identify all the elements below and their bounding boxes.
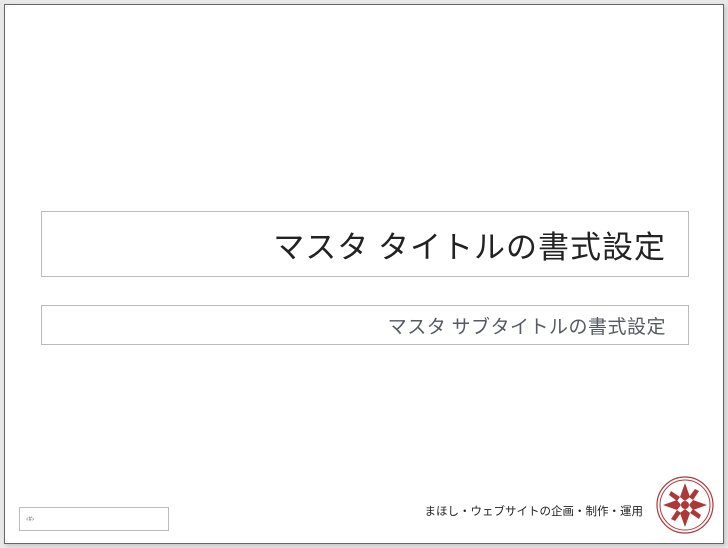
title-text: マスタ タイトルの書式設定: [273, 222, 666, 267]
slide-canvas: マスタ タイトルの書式設定 マスタ サブタイトルの書式設定 ‹#› まほし・ウェ…: [4, 4, 724, 544]
title-placeholder[interactable]: マスタ タイトルの書式設定: [41, 211, 689, 277]
footer-text: まほし・ウェブサイトの企画・制作・運用: [425, 503, 644, 519]
page-number-text: ‹#›: [26, 515, 34, 523]
subtitle-placeholder[interactable]: マスタ サブタイトルの書式設定: [41, 305, 689, 345]
logo-emblem-icon: [655, 475, 715, 535]
page-number-placeholder[interactable]: ‹#›: [19, 507, 169, 531]
subtitle-text: マスタ サブタイトルの書式設定: [388, 312, 666, 339]
